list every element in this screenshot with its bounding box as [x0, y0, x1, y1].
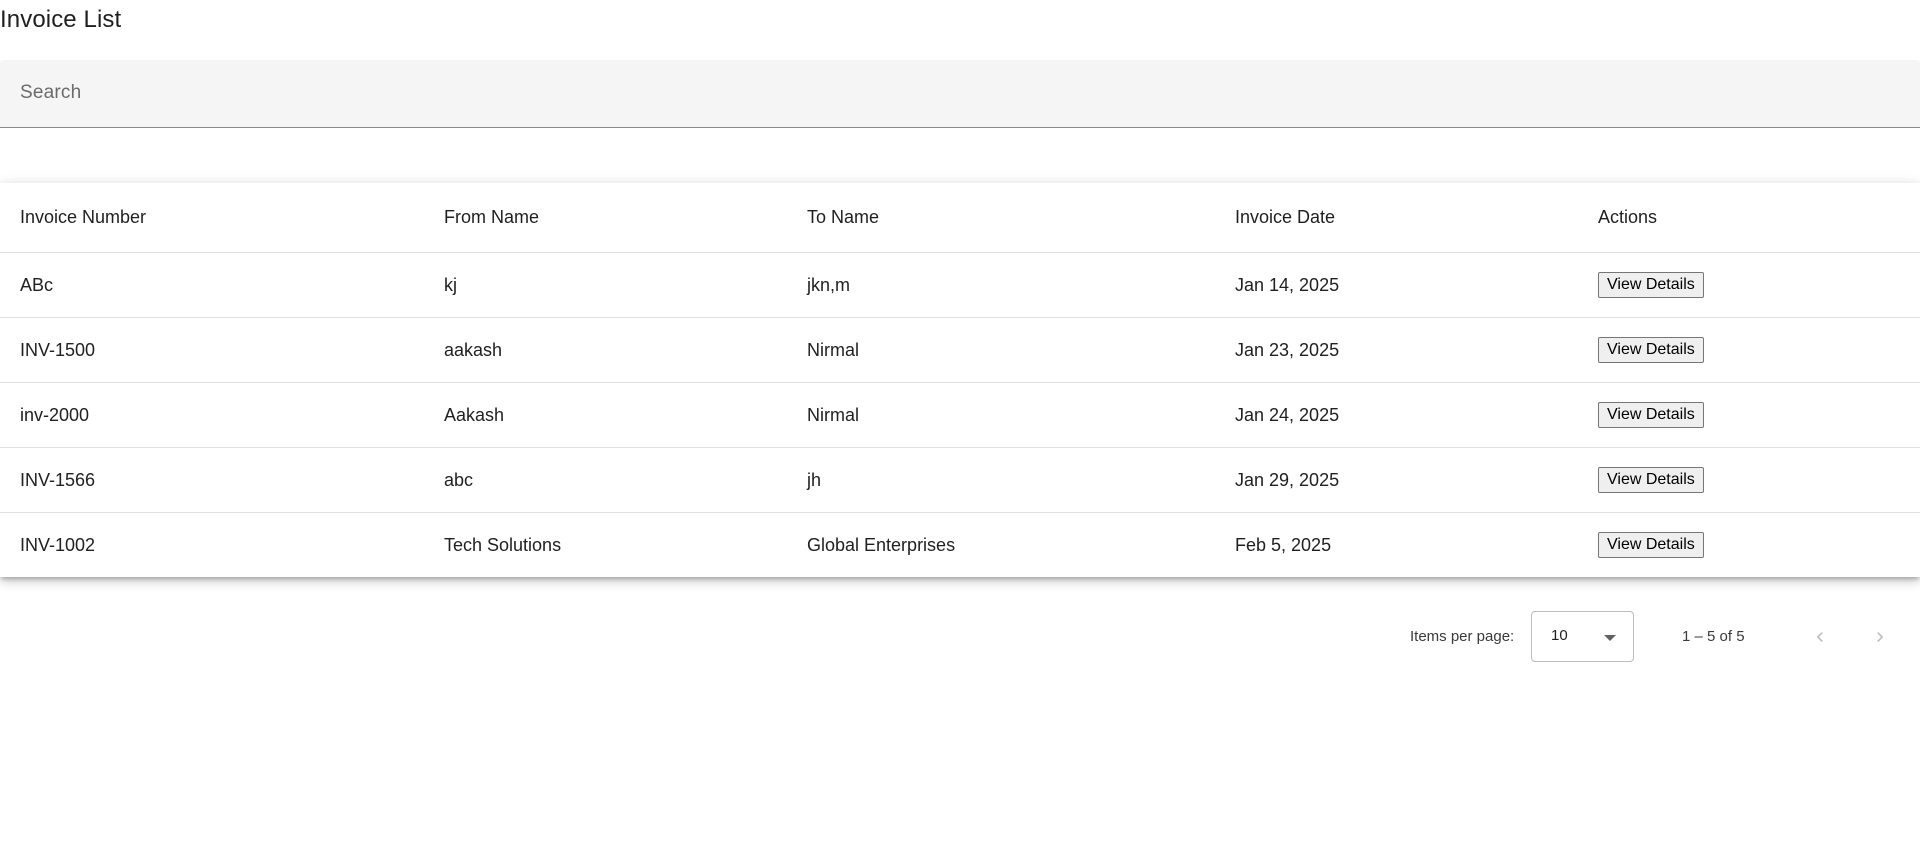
invoice-number-cell: INV-1002 — [20, 534, 96, 555]
search-field[interactable] — [0, 60, 1920, 128]
page-range-label: 1 – 5 of 5 — [1682, 628, 1745, 645]
search-input[interactable] — [20, 60, 1900, 126]
actions-cell: View Details — [1578, 513, 1920, 578]
dropdown-arrow-icon — [1604, 635, 1616, 641]
invoice-date-cell: Feb 5, 2025 — [1235, 534, 1332, 555]
to-name-cell: jkn,m — [787, 252, 1215, 318]
invoice-number-cell: INV-1500 — [0, 317, 424, 383]
from-name-cell: aakash — [424, 317, 787, 383]
invoice-date-cell: Jan 14, 2025 — [1215, 252, 1578, 318]
to-name-cell: Global Enterprises — [807, 534, 956, 555]
invoice-number-cell: inv-2000 — [0, 382, 424, 448]
paginator: Items per page: 10 1 – 5 of 5 — [0, 611, 1920, 664]
table-row: INV-1566 abc jh Jan 29, 2025 View Detail… — [0, 447, 1920, 513]
page-size-value: 10 — [1551, 627, 1568, 644]
from-name-cell: Tech Solutions — [444, 534, 562, 555]
actions-cell: View Details — [1578, 382, 1920, 448]
previous-page-button[interactable] — [1800, 617, 1840, 657]
chevron-left-icon — [1816, 632, 1823, 642]
actions-cell: View Details — [1578, 317, 1920, 383]
table-row: inv-2000 Aakash Nirmal Jan 24, 2025 View… — [0, 382, 1920, 448]
view-details-button[interactable]: View Details — [1598, 337, 1704, 363]
page-size-select[interactable]: 10 — [1531, 611, 1634, 662]
from-name-cell: abc — [424, 447, 787, 513]
chevron-right-icon — [1877, 632, 1884, 642]
page-title: Invoice List — [0, 6, 122, 33]
column-header-invoice-date: Invoice Date — [1215, 183, 1578, 253]
view-details-button[interactable]: View Details — [1598, 272, 1704, 298]
invoice-date-cell: Jan 29, 2025 — [1215, 447, 1578, 513]
next-page-button[interactable] — [1860, 617, 1900, 657]
invoice-number-cell: INV-1566 — [0, 447, 424, 513]
table-row: ABc kj jkn,m Jan 14, 2025 View Details — [0, 252, 1920, 318]
table-header-row: Invoice Number From Name To Name Invoice… — [0, 183, 1920, 253]
to-name-cell: Nirmal — [787, 317, 1215, 383]
invoice-number-cell: ABc — [0, 252, 424, 318]
invoice-table-card: Invoice Number From Name To Name Invoice… — [0, 183, 1920, 577]
table-row: INV-1500 aakash Nirmal Jan 23, 2025 View… — [0, 317, 1920, 383]
from-name-cell: kj — [424, 252, 787, 318]
to-name-cell: Nirmal — [787, 382, 1215, 448]
from-name-cell: Aakash — [424, 382, 787, 448]
items-per-page-label: Items per page: — [1410, 628, 1515, 645]
invoice-table: Invoice Number From Name To Name Invoice… — [0, 183, 1920, 577]
column-header-to-name: To Name — [787, 183, 1215, 253]
view-details-button[interactable]: View Details — [1598, 467, 1704, 493]
actions-cell: View Details — [1578, 252, 1920, 318]
table-row: INV-1002 Tech Solutions Global Enterpris… — [0, 513, 1920, 578]
view-details-button[interactable]: View Details — [1598, 532, 1704, 558]
view-details-button[interactable]: View Details — [1598, 402, 1704, 428]
invoice-date-cell: Jan 24, 2025 — [1215, 382, 1578, 448]
actions-cell: View Details — [1578, 447, 1920, 513]
column-header-from-name: From Name — [424, 183, 787, 253]
column-header-invoice-number: Invoice Number — [0, 183, 424, 253]
column-header-actions: Actions — [1578, 183, 1920, 253]
to-name-cell: jh — [787, 447, 1215, 513]
invoice-date-cell: Jan 23, 2025 — [1215, 317, 1578, 383]
